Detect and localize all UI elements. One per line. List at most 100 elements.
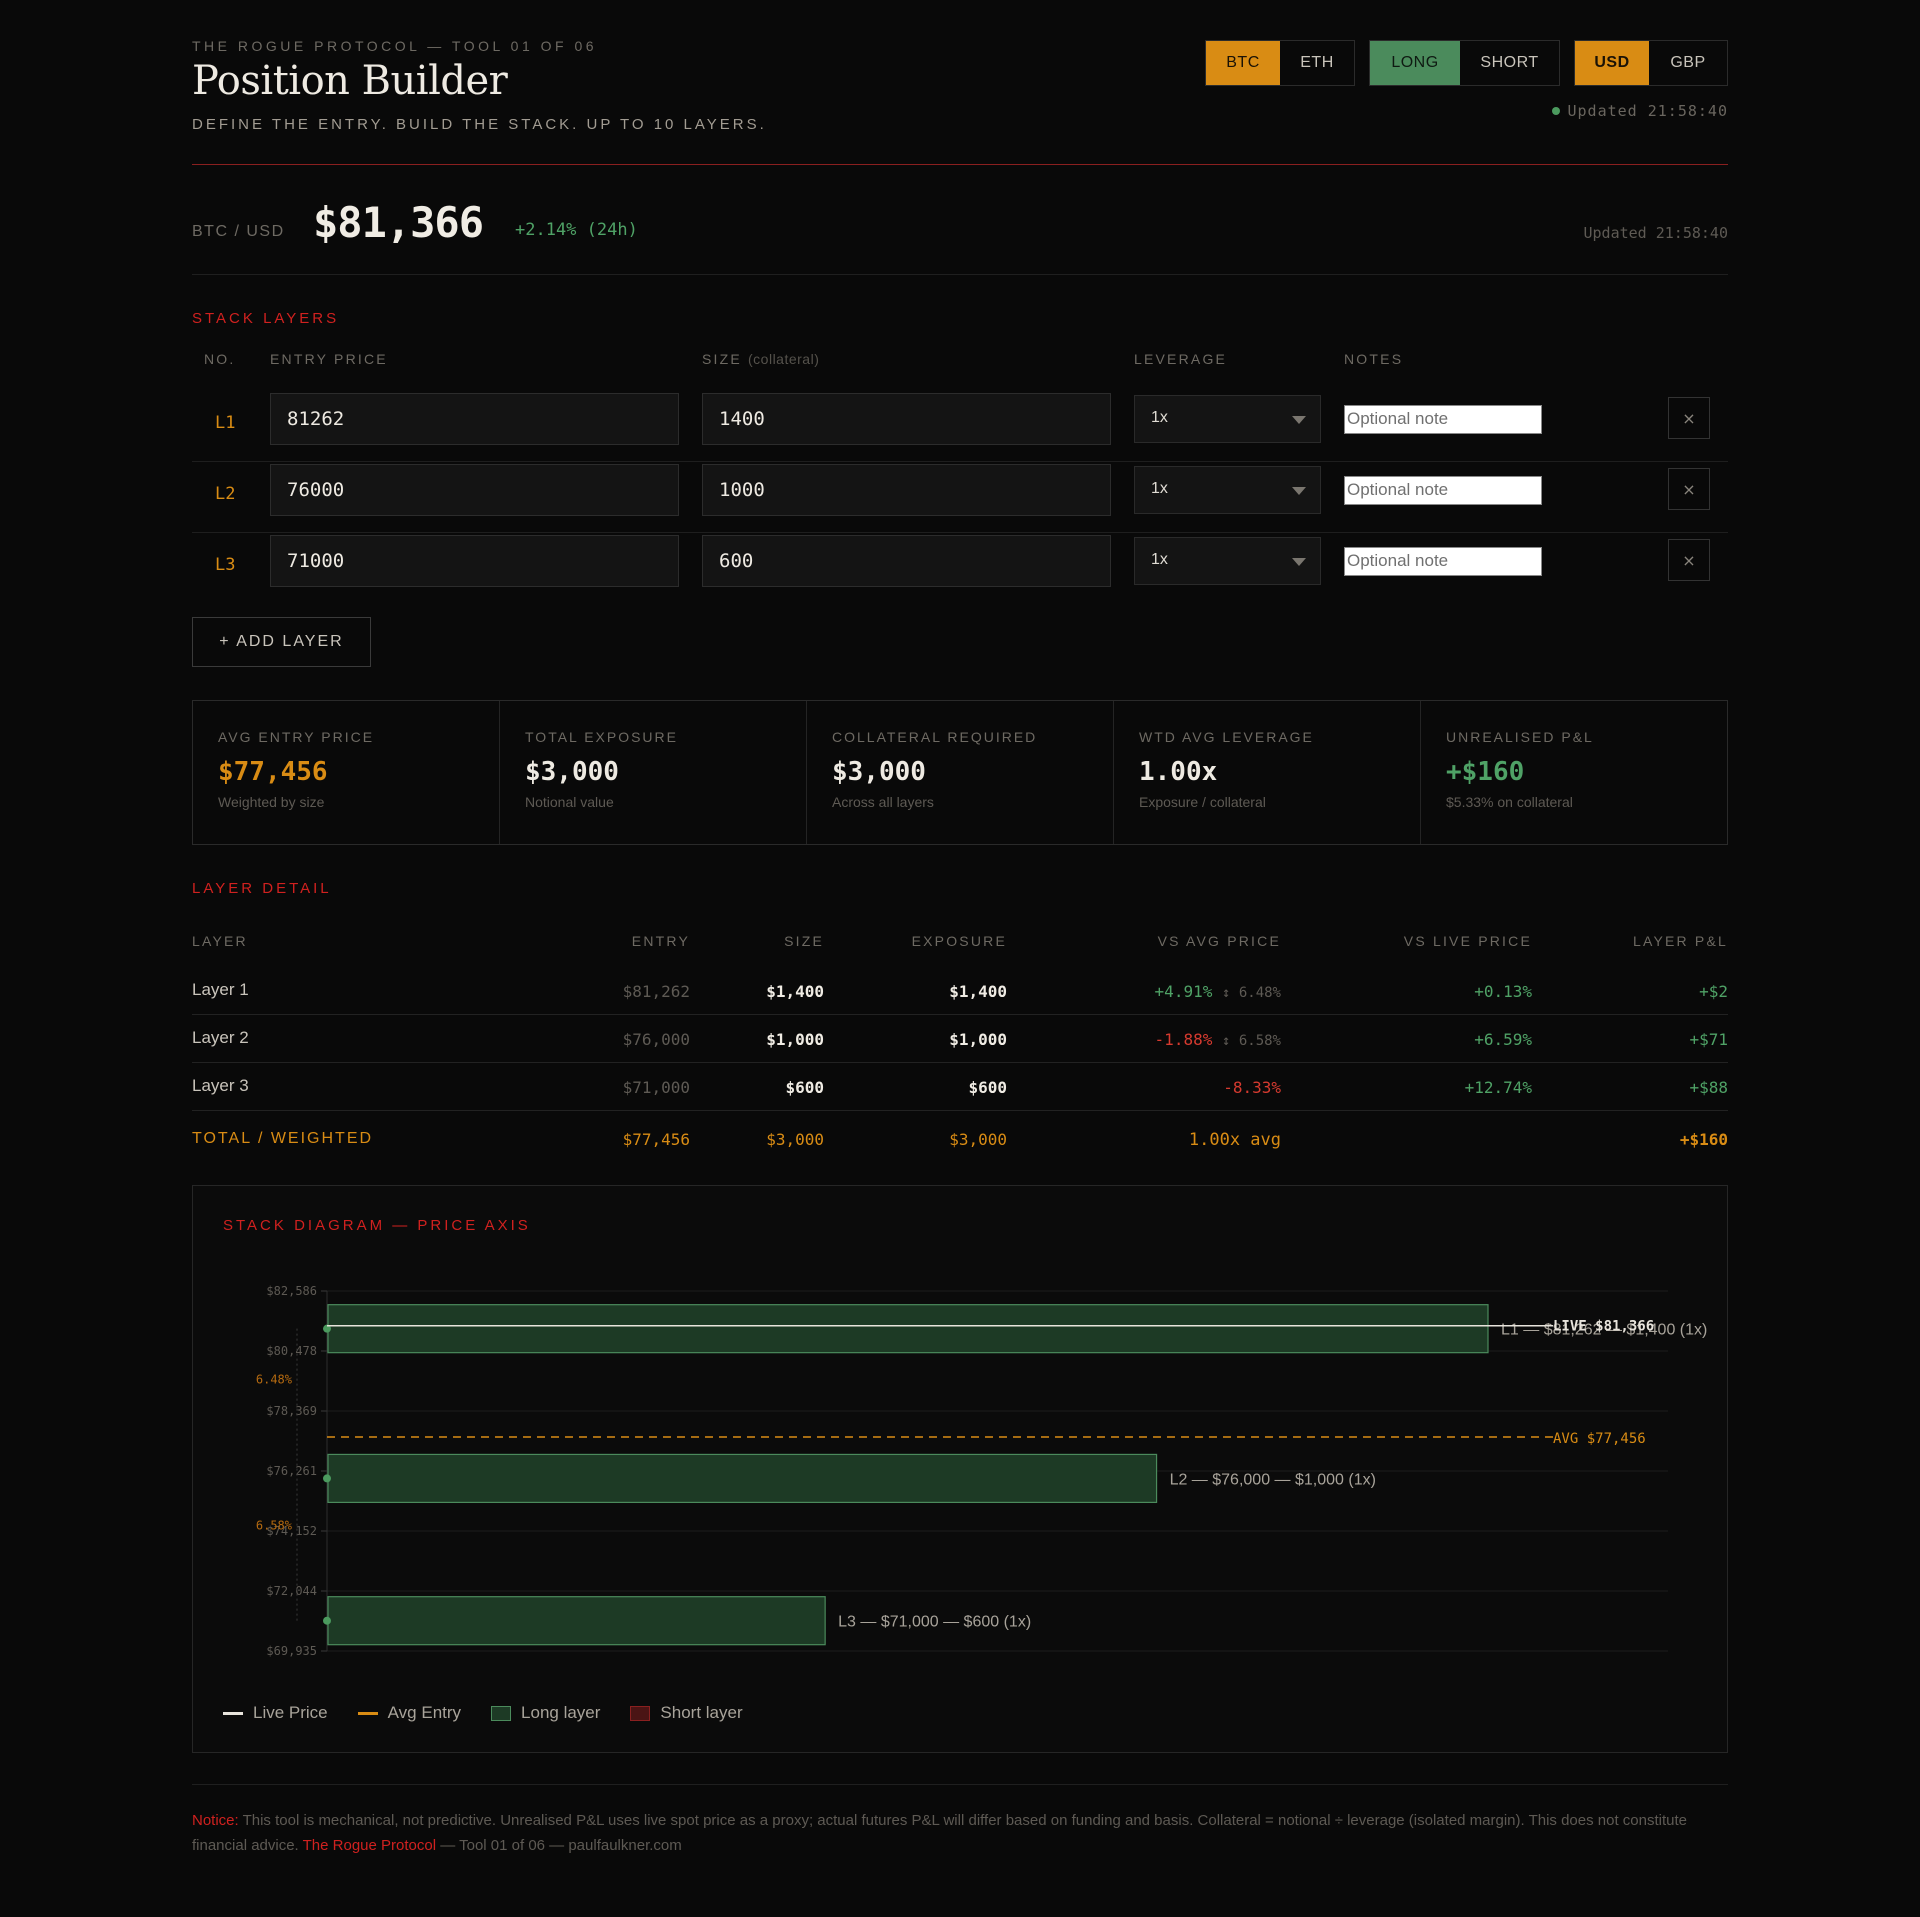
ticker-updated: Updated 21:58:40 [1583,224,1729,242]
stat-pnl: UNREALISED P&L +$160 $5.33% on collatera… [1421,701,1727,844]
header-divider [192,164,1728,165]
gap-value: ↕ 6.48% [1221,985,1281,1001]
legend-long-label: Long layer [521,1703,601,1722]
legend-live-label: Live Price [253,1703,328,1722]
cell-vs-live: +0.13% [1474,982,1532,1001]
stat-total-exposure: TOTAL EXPOSURE $3,000 Notional value [500,701,807,844]
asset-btc-button[interactable]: BTC [1206,41,1280,85]
size-input[interactable]: 1000 [702,464,1111,516]
remove-layer-button[interactable]: × [1668,468,1710,510]
cell-layer: Layer 2 [192,1028,249,1047]
chevron-down-icon [1292,487,1306,495]
remove-layer-button[interactable]: × [1668,397,1710,439]
asset-eth-button[interactable]: ETH [1280,41,1354,85]
stat-sub: Across all layers [832,794,934,810]
eyebrow: THE ROGUE PROTOCOL — TOOL 01 OF 06 [192,38,598,54]
vs-avg-value: -1.88% [1154,1030,1213,1049]
table-row: Layer 3 $71,000 $600 $600 -8.33% +12.74%… [192,1063,1728,1111]
add-layer-button[interactable]: + ADD LAYER [192,617,371,667]
currency-gbp-button[interactable]: GBP [1649,41,1727,85]
footer-divider [192,1784,1728,1785]
leverage-value: 1x [1151,480,1168,497]
cell-pnl: +$2 [1699,982,1728,1001]
cell-entry: $81,262 [622,982,690,1001]
legend-short-label: Short layer [660,1703,743,1722]
total-label: TOTAL / WEIGHTED [192,1130,374,1147]
close-icon: × [1682,479,1696,499]
stat-label: TOTAL EXPOSURE [525,729,678,745]
y-tick-label: $76,261 [266,1464,317,1478]
gap-label: 6.58% [256,1519,293,1533]
col-size-label: SIZE [702,351,742,367]
size-input[interactable]: 1400 [702,393,1111,445]
stack-chart: $82,586$80,478$78,369$76,261$74,152$72,0… [256,1284,1707,1658]
entry-price-input[interactable]: 81262 [270,393,679,445]
stat-avg-entry: AVG ENTRY PRICE $77,456 Weighted by size [193,701,500,844]
note-input[interactable]: Optional note [1344,547,1542,576]
leverage-value: 1x [1151,409,1168,426]
leverage-value: 1x [1151,551,1168,568]
note-input[interactable]: Optional note [1344,405,1542,434]
brand-link[interactable]: The Rogue Protocol [303,1837,436,1854]
stat-label: COLLATERAL REQUIRED [832,729,1038,745]
close-icon: × [1682,550,1696,570]
vs-avg-value: +4.91% [1154,982,1213,1001]
currency-usd-button[interactable]: USD [1575,41,1649,85]
currency-toggle: USD GBP [1574,40,1728,86]
stack-section-title: STACK LAYERS [192,310,340,327]
total-leverage: 1.00x avg [1188,1130,1281,1150]
stat-value: +$160 [1446,757,1525,787]
layer-bar [327,1596,826,1646]
stat-sub: $5.33% on collateral [1446,794,1573,810]
col-no: NO. [204,351,236,367]
layer-number: L2 [215,484,236,504]
stat-value: $3,000 [832,757,926,787]
stat-label: UNREALISED P&L [1446,729,1594,745]
direction-long-button[interactable]: LONG [1370,41,1460,85]
total-entry: $77,456 [622,1130,690,1149]
legend-avg-label: Avg Entry [387,1703,462,1722]
live-price-label: LIVE $81,366 [1553,1319,1654,1335]
note-input[interactable]: Optional note [1344,476,1542,505]
size-input[interactable]: 600 [702,535,1111,587]
remove-layer-button[interactable]: × [1668,539,1710,581]
chevron-down-icon [1292,416,1306,424]
cell-vs-avg: -1.88% ↕ 6.58% [1155,1030,1281,1049]
stat-sub: Weighted by size [218,794,325,810]
leverage-select[interactable]: 1x [1134,395,1321,443]
cell-size: $1,400 [766,982,824,1001]
page-subtitle: DEFINE THE ENTRY. BUILD THE STACK. UP TO… [192,116,767,133]
cell-entry: $76,000 [622,1030,690,1049]
layer-bar-label: L2 — $76,000 — $1,000 (1x) [1170,1471,1376,1488]
footer-notice: Notice: This tool is mechanical, not pre… [192,1808,1728,1858]
leverage-select[interactable]: 1x [1134,466,1321,514]
stat-value: $77,456 [218,757,328,787]
gap-label: 6.48% [256,1373,293,1387]
col-size-note: (collateral) [748,351,820,367]
entry-price-input[interactable]: 71000 [270,535,679,587]
th-vs-avg: VS AVG PRICE [1157,933,1281,949]
updated-time: Updated 21:58:40 [1567,102,1728,120]
layer-bar [327,1304,1489,1354]
th-layer-pnl: LAYER P&L [1632,933,1728,949]
direction-short-button[interactable]: SHORT [1460,41,1559,85]
table-row: Layer 2 $76,000 $1,000 $1,000 -1.88% ↕ 6… [192,1015,1728,1063]
cell-size: $600 [785,1078,824,1097]
table-total-row: TOTAL / WEIGHTED $77,456 $3,000 $3,000 1… [192,1112,1728,1160]
stat-collateral: COLLATERAL REQUIRED $3,000 Across all la… [807,701,1114,844]
ticker-divider [192,274,1728,275]
y-tick-label: $72,044 [266,1584,317,1598]
total-pnl: +$160 [1679,1130,1728,1149]
stat-label: WTD AVG LEVERAGE [1139,729,1314,745]
ticker-price: $81,366 [313,198,484,247]
updated-status: Updated 21:58:40 [1551,102,1729,120]
col-leverage: LEVERAGE [1134,351,1228,367]
layer-row: L1 81262 1400 1x Optional note × [192,391,1728,462]
entry-price-input[interactable]: 76000 [270,464,679,516]
cell-size: $1,000 [766,1030,824,1049]
col-notes: NOTES [1344,351,1404,367]
col-entry: ENTRY PRICE [270,351,388,367]
leverage-select[interactable]: 1x [1134,537,1321,585]
layer-entry-dot [323,1616,331,1625]
layer-number: L3 [215,555,236,575]
